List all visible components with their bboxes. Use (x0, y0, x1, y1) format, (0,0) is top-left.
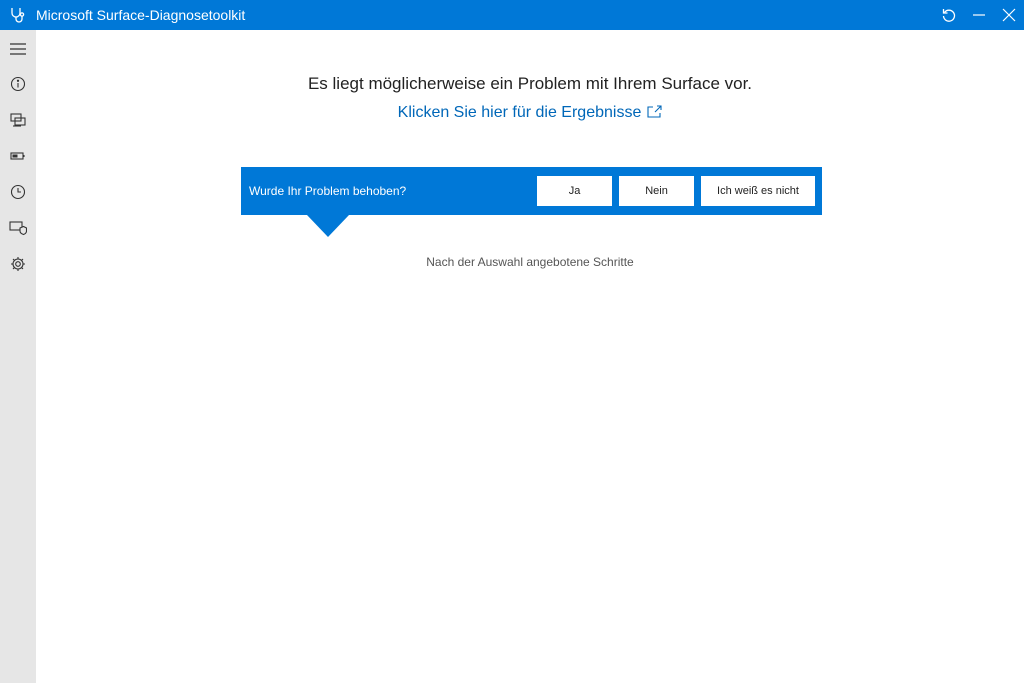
refresh-icon (942, 9, 956, 22)
dont-know-button[interactable]: Ich weiß es nicht (701, 176, 815, 206)
sidebar-item-history[interactable] (0, 174, 36, 210)
sidebar-item-settings[interactable] (0, 246, 36, 282)
info-icon (10, 76, 26, 92)
devices-icon (10, 113, 26, 127)
sidebar-item-menu[interactable] (0, 31, 36, 67)
feedback-bar: Wurde Ihr Problem behoben? Ja Nein Ich w… (241, 167, 822, 215)
sidebar-item-battery[interactable] (0, 138, 36, 174)
close-icon (1002, 8, 1016, 22)
main-content: Es liegt möglicherweise ein Problem mit … (36, 30, 1024, 683)
results-link[interactable]: Klicken Sie hier für die Ergebnisse (36, 104, 1024, 122)
stethoscope-icon (11, 8, 25, 23)
sidebar-item-protection[interactable] (0, 210, 36, 246)
refresh-button[interactable] (934, 0, 964, 30)
next-steps-hint: Nach der Auswahl angebotene Schritte (426, 255, 634, 269)
no-button[interactable]: Nein (619, 176, 694, 206)
sidebar-item-devices[interactable] (0, 102, 36, 138)
hamburger-menu-icon (10, 43, 26, 55)
problem-headline: Es liegt möglicherweise ein Problem mit … (307, 74, 753, 93)
settings-gear-icon (11, 257, 25, 271)
device-shield-icon (9, 221, 27, 236)
battery-icon (10, 152, 25, 160)
close-button[interactable] (994, 0, 1024, 30)
feedback-pointer (307, 215, 349, 237)
external-link-icon (647, 105, 662, 118)
app-title: Microsoft Surface-Diagnosetoolkit (36, 7, 246, 23)
results-link-label: Klicken Sie hier für die Ergebnisse (397, 104, 642, 121)
sidebar (0, 30, 36, 683)
minimize-icon (973, 14, 985, 16)
sidebar-item-info[interactable] (0, 66, 36, 102)
title-bar: Microsoft Surface-Diagnosetoolkit (0, 0, 1024, 30)
feedback-question: Wurde Ihr Problem behoben? (249, 184, 407, 198)
history-clock-icon (10, 184, 26, 200)
minimize-button[interactable] (964, 0, 994, 30)
yes-button[interactable]: Ja (537, 176, 612, 206)
